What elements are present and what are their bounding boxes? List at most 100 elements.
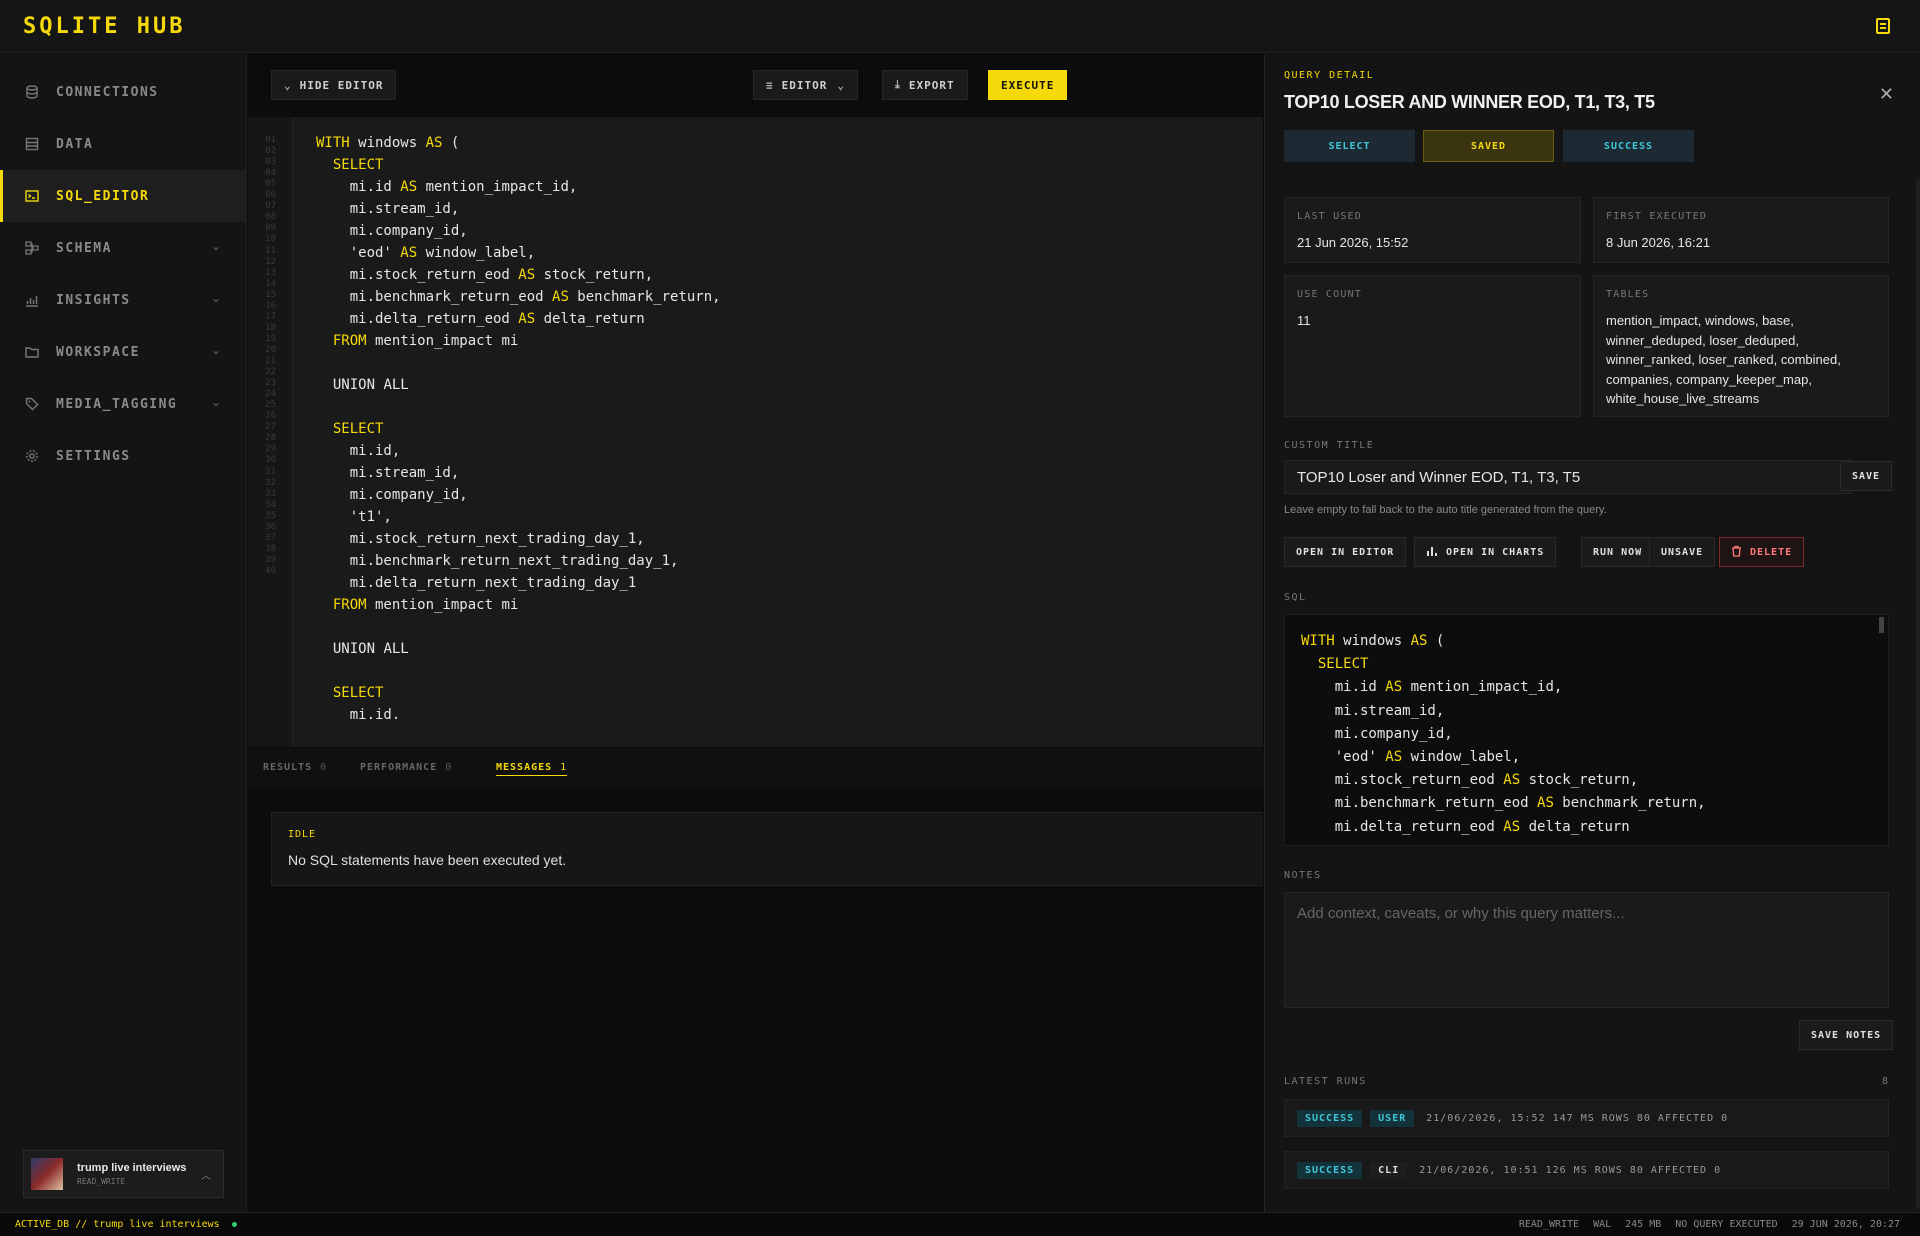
message-text: No SQL statements have been executed yet…	[288, 852, 567, 868]
code-line: mi.stream_id,	[316, 465, 460, 481]
code-line: mi.stock_return_eod AS stock_return,	[316, 267, 654, 283]
active-db-indicator: ACTIVE_DB // trump live interviews	[15, 1219, 237, 1230]
code-line: mi.stream_id,	[316, 201, 460, 217]
line-number: 04	[265, 168, 276, 179]
code-line: mi.benchmark_return_next_trading_day_1,	[316, 553, 679, 569]
saved-badge: SAVED	[1423, 130, 1554, 162]
sidebar-item-sql-editor[interactable]: SQL_EDITOR	[0, 170, 247, 222]
open-in-charts-button[interactable]: OPEN IN CHARTS	[1414, 537, 1557, 567]
tab-performance[interactable]: PERFORMANCE 0	[360, 762, 452, 773]
line-number: 27	[265, 422, 276, 433]
run-row[interactable]: SUCCESS CLI 21/06/2026, 10:51 126 MS ROW…	[1284, 1151, 1889, 1189]
line-number: 28	[265, 433, 276, 444]
sidebar-item-connections[interactable]: CONNECTIONS	[0, 66, 247, 118]
message-card: IDLE No SQL statements have been execute…	[271, 812, 1263, 886]
sidebar-item-label: CONNECTIONS	[56, 84, 159, 100]
line-number: 20	[265, 344, 276, 355]
run-summary: 21/06/2026, 10:51 126 MS ROWS 80 AFFECTE…	[1419, 1164, 1722, 1176]
line-number: 08	[265, 212, 276, 223]
sidebar-item-label: SQL_EDITOR	[56, 188, 150, 204]
line-number: 02	[265, 146, 276, 157]
notes-textarea[interactable]	[1284, 892, 1889, 1008]
line-number: 38	[265, 543, 276, 554]
sql-preview-line: mi.stream_id,	[1301, 702, 1445, 719]
sidebar-item-media-tagging[interactable]: MEDIA_TAGGING ⌄	[0, 378, 247, 430]
code-line: mi.company_id,	[316, 223, 468, 239]
sidebar-item-data[interactable]: DATA	[0, 118, 247, 170]
gear-icon	[24, 448, 40, 464]
code-line: SELECT	[332, 421, 384, 437]
line-number: 07	[265, 201, 276, 212]
tab-messages[interactable]: MESSAGES 1	[496, 762, 568, 776]
connection-status-dot	[231, 1221, 237, 1227]
message-status: IDLE	[288, 829, 317, 840]
status-badge: SUCCESS	[1563, 130, 1694, 162]
run-source-badge: USER	[1370, 1109, 1415, 1127]
save-notes-button[interactable]: SAVE NOTES	[1799, 1020, 1894, 1050]
line-number: 22	[265, 367, 276, 378]
sidebar-item-label: DATA	[56, 136, 94, 152]
sql-editor[interactable]: 01 02 03 04 05 06 07 08 09 10 11 12 13 14 15 16 17 18 19 20…	[248, 117, 1263, 747]
sidebar-item-label: INSIGHTS	[56, 292, 131, 308]
custom-title-label: CUSTOM TITLE	[1284, 440, 1375, 451]
sidebar-item-label: WORKSPACE	[56, 344, 140, 360]
line-number: 17	[265, 311, 276, 322]
scrollbar[interactable]	[1879, 617, 1884, 633]
run-summary: 21/06/2026, 15:52 147 MS ROWS 80 AFFECTE…	[1426, 1112, 1729, 1124]
line-number-gutter: 01 02 03 04 05 06 07 08 09 10 11 12 13 14 15 16 17 18 19 20…	[248, 117, 293, 747]
hide-editor-button[interactable]: ⌄ HIDE EDITOR	[271, 70, 397, 100]
run-now-button[interactable]: RUN NOW	[1581, 537, 1655, 567]
export-button[interactable]: ⤓ EXPORT	[882, 70, 968, 100]
open-in-editor-button[interactable]: OPEN IN EDITOR	[1284, 537, 1407, 567]
query-title: TOP10 LOSER AND WINNER EOD, T1, T3, T5	[1284, 92, 1655, 112]
custom-title-hint: Leave empty to fall back to the auto tit…	[1284, 504, 1607, 516]
delete-button[interactable]: DELETE	[1719, 537, 1805, 567]
sidebar-item-insights[interactable]: INSIGHTS ⌄	[0, 274, 247, 326]
code-line: mi.stock_return_next_trading_day_1,	[316, 531, 645, 547]
line-number: 10	[265, 234, 276, 245]
scrollbar[interactable]	[1916, 179, 1920, 1209]
code-line: mi.id.	[316, 707, 401, 723]
save-title-button[interactable]: SAVE	[1840, 461, 1893, 491]
terminal-icon	[24, 188, 40, 204]
editor-mode-dropdown[interactable]: ≡ EDITOR ⌄	[753, 70, 858, 100]
line-number: 23	[265, 378, 276, 389]
chevron-up-icon: ︿	[201, 1171, 211, 1182]
run-row[interactable]: SUCCESS USER 21/06/2026, 15:52 147 MS RO…	[1284, 1099, 1889, 1137]
bar-chart-icon	[1426, 545, 1438, 560]
download-icon: ⤓	[895, 78, 901, 91]
code-line: FROM mention_impact mi	[332, 597, 519, 613]
database-mode: READ_WRITE	[77, 1177, 126, 1186]
database-switcher[interactable]: trump live interviews READ_WRITE ︿	[23, 1150, 224, 1198]
folder-icon	[24, 344, 40, 360]
meta-tables: TABLES mention_impact, windows, base, wi…	[1593, 275, 1889, 417]
tab-results[interactable]: RESULTS 0	[263, 762, 327, 773]
sql-preview-line: WITH windows AS (	[1301, 633, 1445, 649]
panel-eyebrow: QUERY DETAIL	[1284, 70, 1375, 81]
line-number: 34	[265, 499, 276, 510]
execute-button[interactable]: EXECUTE	[988, 70, 1068, 100]
line-number: 16	[265, 300, 276, 311]
code-line: mi.id AS mention_impact_id,	[316, 179, 578, 195]
unsave-button[interactable]: UNSAVE	[1649, 537, 1716, 567]
line-number: 19	[265, 333, 276, 344]
tag-icon	[24, 396, 40, 412]
sql-preview-line: mi.company_id,	[1301, 725, 1453, 742]
sql-preview-line: mi.stock_return_eod AS stock_return,	[1301, 772, 1639, 789]
notes-label: NOTES	[1284, 870, 1322, 881]
sidebar-item-schema[interactable]: SCHEMA ⌄	[0, 222, 247, 274]
schema-icon	[24, 240, 40, 256]
chevron-down-icon: ⌄	[210, 343, 221, 357]
sidebar: CONNECTIONS DATA SQL_EDITOR SCHEMA ⌄ INS…	[0, 54, 247, 1212]
line-number: 30	[265, 455, 276, 466]
sidebar-item-workspace[interactable]: WORKSPACE ⌄	[0, 326, 247, 378]
custom-title-input[interactable]	[1284, 460, 1852, 494]
notebook-icon[interactable]	[1876, 18, 1890, 34]
code-line: UNION ALL	[332, 377, 409, 393]
code-line: WITH windows AS (	[316, 135, 460, 151]
sidebar-item-settings[interactable]: SETTINGS	[0, 430, 247, 482]
line-number: 29	[265, 444, 276, 455]
code-line: mi.delta_return_next_trading_day_1	[316, 575, 637, 591]
close-icon[interactable]: ✕	[1879, 84, 1894, 105]
chart-icon	[24, 292, 40, 308]
